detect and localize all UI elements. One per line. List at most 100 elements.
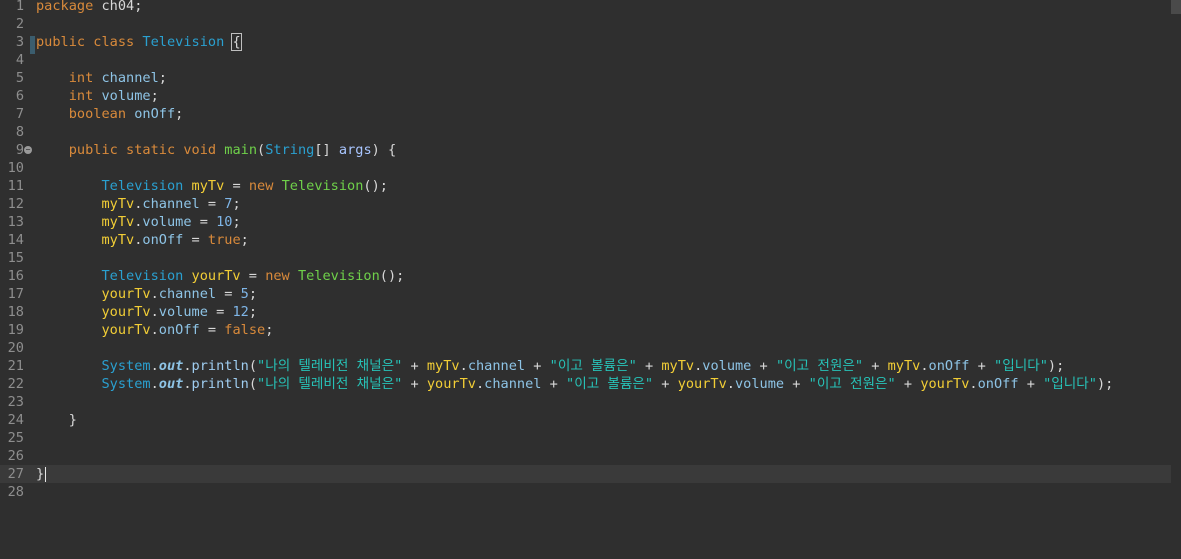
code-line[interactable]: 7 boolean onOff;	[0, 105, 1171, 123]
fold-collapse-icon[interactable]: −	[24, 146, 32, 154]
code-token: +	[969, 358, 995, 374]
code-token: String	[265, 142, 315, 158]
code-token: onOff	[142, 232, 184, 248]
code-token: onOff	[977, 376, 1019, 392]
code-line[interactable]: 20	[0, 339, 1171, 357]
code-text[interactable]: myTv.channel = 7;	[36, 195, 240, 213]
code-line[interactable]: 11 Television myTv = new Television();	[0, 177, 1171, 195]
text-caret	[45, 466, 47, 482]
code-line[interactable]: 2	[0, 15, 1171, 33]
code-token: =	[240, 268, 266, 284]
code-token: new	[265, 268, 290, 284]
code-token: yourTv	[101, 304, 151, 320]
code-line[interactable]: 1 package ch04;	[0, 0, 1171, 15]
code-token: ;	[175, 106, 184, 122]
scrollbar-thumb[interactable]	[1171, 0, 1181, 14]
code-text[interactable]: int volume;	[36, 87, 159, 105]
code-text[interactable]: myTv.onOff = true;	[36, 231, 248, 249]
code-line[interactable]: 5 int channel;	[0, 69, 1171, 87]
code-token: (	[257, 142, 266, 158]
code-text[interactable]: myTv.volume = 10;	[36, 213, 240, 231]
code-text[interactable]: yourTv.volume = 12;	[36, 303, 257, 321]
code-line[interactable]: 16 Television yourTv = new Television();	[0, 267, 1171, 285]
code-line[interactable]: 4	[0, 51, 1171, 69]
code-token: ) {	[371, 142, 397, 158]
code-line[interactable]: 26	[0, 447, 1171, 465]
code-line[interactable]: 22 System.out.println("나의 텔레비전 채널은" + yo…	[0, 375, 1171, 393]
code-line[interactable]: 18 yourTv.volume = 12;	[0, 303, 1171, 321]
code-token: channel	[101, 70, 159, 86]
code-token: new	[248, 178, 274, 194]
code-text[interactable]: public static void main(String[] args) {	[36, 141, 396, 159]
code-text[interactable]: }	[36, 465, 47, 483]
vertical-scrollbar[interactable]	[1171, 0, 1181, 559]
code-token: "이고 볼륨은"	[566, 376, 654, 392]
code-token: System	[101, 358, 151, 374]
code-token: yourTv	[426, 376, 476, 392]
code-line[interactable]: 25	[0, 429, 1171, 447]
code-token: +	[525, 358, 550, 374]
code-line[interactable]: 10	[0, 159, 1171, 177]
code-line[interactable]: 28	[0, 483, 1171, 501]
line-number: 15	[7, 250, 24, 266]
code-text[interactable]: }	[36, 411, 77, 429]
line-number: 2	[15, 16, 24, 32]
code-token: (	[248, 376, 258, 392]
code-line[interactable]: 6 int volume;	[0, 87, 1171, 105]
code-token: .	[150, 322, 159, 338]
code-text[interactable]: System.out.println("나의 텔레비전 채널은" + myTv.…	[36, 357, 1064, 375]
code-line[interactable]: 24 }	[0, 411, 1171, 429]
code-token: Television	[281, 178, 364, 194]
line-number: 24	[7, 412, 24, 428]
code-line[interactable]: 13 myTv.volume = 10;	[0, 213, 1171, 231]
code-text[interactable]: package ch04;	[36, 0, 142, 15]
line-number: 18	[7, 304, 24, 320]
code-text[interactable]: boolean onOff;	[36, 105, 184, 123]
code-text[interactable]: System.out.println("나의 텔레비전 채널은" + yourT…	[36, 375, 1113, 393]
code-text[interactable]: yourTv.channel = 5;	[36, 285, 257, 303]
code-line[interactable]: 8	[0, 123, 1171, 141]
line-number: 9	[15, 142, 24, 158]
line-number: 19	[7, 322, 24, 338]
code-token: println	[191, 358, 249, 374]
code-line[interactable]: 3 public class Television {	[0, 33, 1171, 51]
code-text[interactable]: yourTv.onOff = false;	[36, 321, 273, 339]
code-token: channel	[142, 196, 200, 212]
code-token: =	[216, 286, 241, 302]
code-token: public	[36, 34, 86, 50]
code-token: "입니다"	[994, 358, 1048, 374]
code-token: volume	[702, 358, 752, 374]
code-text[interactable]: public class Television {	[36, 33, 242, 51]
code-line[interactable]: 21 System.out.println("나의 텔레비전 채널은" + my…	[0, 357, 1171, 375]
code-token: volume	[101, 88, 151, 104]
code-token: 10	[216, 214, 233, 230]
code-token: +	[863, 358, 888, 374]
code-text[interactable]: Television myTv = new Television();	[36, 177, 388, 195]
code-token: args	[338, 142, 372, 158]
line-number: 5	[15, 70, 24, 86]
code-token: out	[158, 358, 184, 374]
code-token: yourTv	[920, 376, 970, 392]
code-line[interactable]: 17 yourTv.channel = 5;	[0, 285, 1171, 303]
code-text[interactable]: Television yourTv = new Television();	[36, 267, 404, 285]
code-token: class	[93, 34, 135, 50]
code-line[interactable]: 27}	[0, 465, 1171, 483]
code-token: (	[248, 358, 258, 374]
code-line[interactable]: 12 myTv.channel = 7;	[0, 195, 1171, 213]
code-line[interactable]: 14 myTv.onOff = true;	[0, 231, 1171, 249]
line-number: 13	[7, 214, 24, 230]
code-token: "나의 텔레비전 채널은"	[257, 376, 403, 392]
code-text[interactable]: int channel;	[36, 69, 167, 87]
code-line[interactable]: 9− public static void main(String[] args…	[0, 141, 1171, 159]
code-line[interactable]: 19 yourTv.onOff = false;	[0, 321, 1171, 339]
code-token: ;	[248, 304, 258, 320]
code-token: "이고 전원은"	[775, 358, 864, 374]
code-editor[interactable]: 1 package ch04; 2 3 public class Television …	[0, 0, 1181, 559]
line-number: 14	[7, 232, 24, 248]
code-line[interactable]: 15	[0, 249, 1171, 267]
code-line[interactable]: 23	[0, 393, 1171, 411]
line-number: 22	[7, 376, 24, 392]
